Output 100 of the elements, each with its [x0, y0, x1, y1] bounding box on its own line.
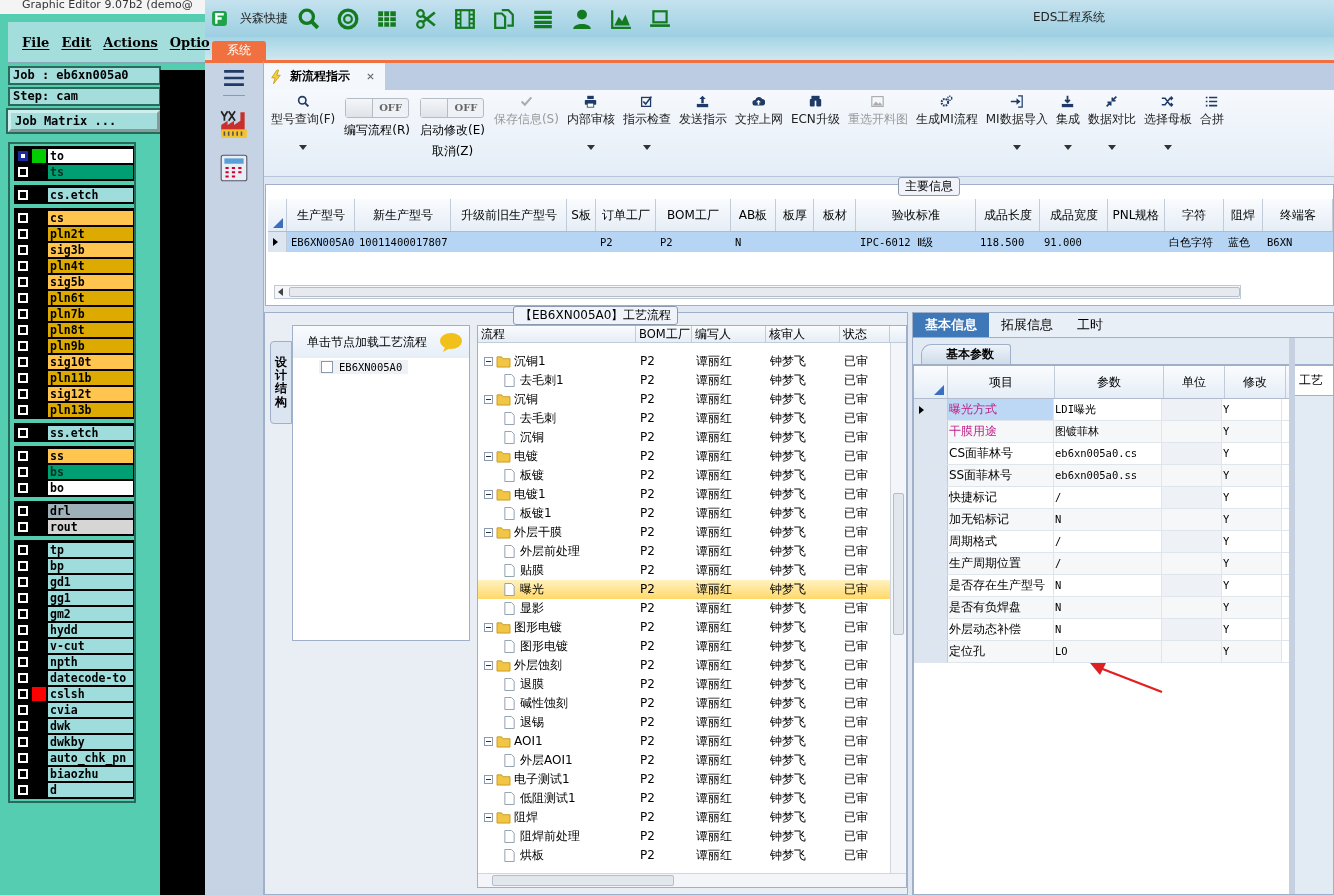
- column-header[interactable]: 核审人: [766, 326, 840, 342]
- tree-row[interactable]: 图形电镀 P2 谭丽红 钟梦飞 已审: [478, 637, 890, 656]
- layer-name[interactable]: dwkby: [48, 734, 133, 749]
- column-header[interactable]: 终端客: [1263, 199, 1333, 231]
- layer-name[interactable]: bo: [48, 480, 133, 495]
- layer-name[interactable]: pln2t: [48, 226, 133, 241]
- lifebuoy-icon[interactable]: [337, 7, 359, 30]
- tree-row[interactable]: 烘板 P2 谭丽红 钟梦飞 已审: [478, 846, 890, 865]
- layer-name[interactable]: pln4t: [48, 258, 133, 273]
- column-header[interactable]: 订单工厂: [596, 199, 656, 231]
- column-header[interactable]: BOM工厂: [656, 199, 731, 231]
- person-icon[interactable]: [571, 7, 593, 30]
- layer-name[interactable]: d: [48, 782, 133, 797]
- toolbar-button[interactable]: 指示检查: [619, 94, 674, 151]
- toolbar-button[interactable]: ECN升级: [787, 94, 843, 151]
- layer-name[interactable]: auto_chk_pn: [48, 750, 133, 765]
- tree-node[interactable]: EB6XN005A0: [319, 360, 409, 374]
- layer-name[interactable]: npth: [48, 654, 133, 669]
- toolbar-button[interactable]: 选择母板: [1140, 94, 1195, 151]
- collapse-icon[interactable]: [484, 623, 493, 632]
- tree-row[interactable]: 沉铜 P2 谭丽红 钟梦飞 已审: [478, 390, 890, 409]
- chart-icon[interactable]: [610, 7, 632, 30]
- layer-name[interactable]: rout: [48, 519, 133, 534]
- layer-name[interactable]: ss.etch: [48, 425, 133, 440]
- sub-tab[interactable]: 基本参数: [921, 344, 1011, 364]
- toolbar-button[interactable]: 数据对比: [1084, 94, 1139, 151]
- menu-item[interactable]: File: [22, 34, 50, 50]
- table-row[interactable]: 加无铅标记 N Y: [914, 509, 1289, 531]
- layer-checkbox[interactable]: [18, 150, 28, 161]
- layer-name[interactable]: sig5b: [48, 274, 133, 289]
- layer-name[interactable]: datecode-to: [48, 670, 133, 685]
- tree-row[interactable]: 阻焊 P2 谭丽红 钟梦飞 已审: [478, 808, 890, 827]
- column-header[interactable]: 生产型号: [287, 199, 355, 231]
- tree-row[interactable]: 图形电镀 P2 谭丽红 钟梦飞 已审: [478, 618, 890, 637]
- layer-name[interactable]: sig3b: [48, 242, 133, 257]
- film-icon[interactable]: [454, 7, 476, 30]
- layer-name[interactable]: ts: [48, 164, 133, 179]
- collapse-icon[interactable]: [484, 737, 493, 746]
- layer-name[interactable]: hydd: [48, 622, 133, 637]
- corner-triangle-icon[interactable]: [273, 218, 283, 228]
- tree-row[interactable]: 电镀 P2 谭丽红 钟梦飞 已审: [478, 447, 890, 466]
- tree-row[interactable]: 外层前处理 P2 谭丽红 钟梦飞 已审: [478, 542, 890, 561]
- tree-row[interactable]: 曝光 P2 谭丽红 钟梦飞 已审: [478, 580, 890, 599]
- tree-row[interactable]: 沉铜 P2 谭丽红 钟梦飞 已审: [478, 428, 890, 447]
- column-header[interactable]: 项目: [948, 366, 1055, 398]
- table-row[interactable]: 曝光方式 LDI曝光 Y: [914, 399, 1289, 421]
- tree-row[interactable]: 电镀1 P2 谭丽红 钟梦飞 已审: [478, 485, 890, 504]
- toolbar-button[interactable]: 生成MI流程: [912, 94, 981, 151]
- layer-name[interactable]: pln9b: [48, 338, 133, 353]
- column-header[interactable]: 状态: [840, 326, 890, 342]
- column-header[interactable]: 验收标准: [856, 199, 976, 231]
- layer-name[interactable]: bs: [48, 464, 133, 479]
- column-header[interactable]: 流程: [478, 326, 636, 342]
- vertical-tab[interactable]: 设计结构: [270, 341, 292, 424]
- layer-name[interactable]: gd1: [48, 574, 133, 589]
- column-header[interactable]: 升级前旧生产型号: [451, 199, 567, 231]
- documents-icon[interactable]: [493, 7, 515, 30]
- layer-name[interactable]: sig12t: [48, 386, 133, 401]
- toggle-switch[interactable]: OFF: [420, 98, 485, 118]
- layer-name[interactable]: sig10t: [48, 354, 133, 369]
- layer-name[interactable]: pln7b: [48, 306, 133, 321]
- document-tab[interactable]: 新流程指示: [264, 63, 385, 90]
- tree-row[interactable]: 低阻测试1 P2 谭丽红 钟梦飞 已审: [478, 789, 890, 808]
- toolbar-button[interactable]: 型号查询(F): [268, 94, 339, 151]
- toggle-switch[interactable]: OFF: [345, 98, 410, 118]
- toolbar-button[interactable]: 发送指示: [675, 94, 730, 151]
- toolbar-button[interactable]: MI数据导入: [982, 94, 1051, 151]
- layer-name[interactable]: gm2: [48, 606, 133, 621]
- column-header[interactable]: 修改: [1225, 366, 1286, 398]
- layer-name[interactable]: ss: [48, 448, 133, 463]
- table-row[interactable]: 生产周期位置 / Y: [914, 553, 1289, 575]
- toolbar-button[interactable]: 集成: [1052, 94, 1083, 151]
- checkbox[interactable]: [321, 361, 333, 373]
- layer-name[interactable]: pln13b: [48, 402, 133, 417]
- tree-row[interactable]: 去毛刺1 P2 谭丽红 钟梦飞 已审: [478, 371, 890, 390]
- layer-name[interactable]: to: [48, 148, 133, 163]
- tree-row[interactable]: 板镀 P2 谭丽红 钟梦飞 已审: [478, 466, 890, 485]
- scissors-icon[interactable]: [415, 7, 437, 30]
- vertical-scrollbar[interactable]: [890, 343, 906, 873]
- column-header[interactable]: 板厚: [776, 199, 814, 231]
- tab[interactable]: 拓展信息: [989, 313, 1065, 337]
- column-header[interactable]: PNL规格: [1108, 199, 1165, 231]
- layer-name[interactable]: pln6t: [48, 290, 133, 305]
- collapse-icon[interactable]: [484, 452, 493, 461]
- layer-name[interactable]: gg1: [48, 590, 133, 605]
- cancel-button[interactable]: 取消(Z): [431, 143, 474, 160]
- toolbar-button[interactable]: 文控上网: [731, 94, 786, 151]
- tree-row[interactable]: 退锡 P2 谭丽红 钟梦飞 已审: [478, 713, 890, 732]
- layer-name[interactable]: bp: [48, 558, 133, 573]
- collapse-icon[interactable]: [484, 395, 493, 404]
- toolbar-button[interactable]: 合拼: [1196, 94, 1227, 151]
- tree-row[interactable]: 电子测试1 P2 谭丽红 钟梦飞 已审: [478, 770, 890, 789]
- tree-row[interactable]: AOI1 P2 谭丽红 钟梦飞 已审: [478, 732, 890, 751]
- column-header[interactable]: 阻焊: [1224, 199, 1263, 231]
- column-header[interactable]: S板: [567, 199, 596, 231]
- collapse-icon[interactable]: [484, 775, 493, 784]
- menu-item[interactable]: Optio: [169, 34, 210, 50]
- tree-row[interactable]: 去毛刺 P2 谭丽红 钟梦飞 已审: [478, 409, 890, 428]
- column-header[interactable]: AB板: [731, 199, 776, 231]
- layer-name[interactable]: cs.etch: [48, 187, 133, 202]
